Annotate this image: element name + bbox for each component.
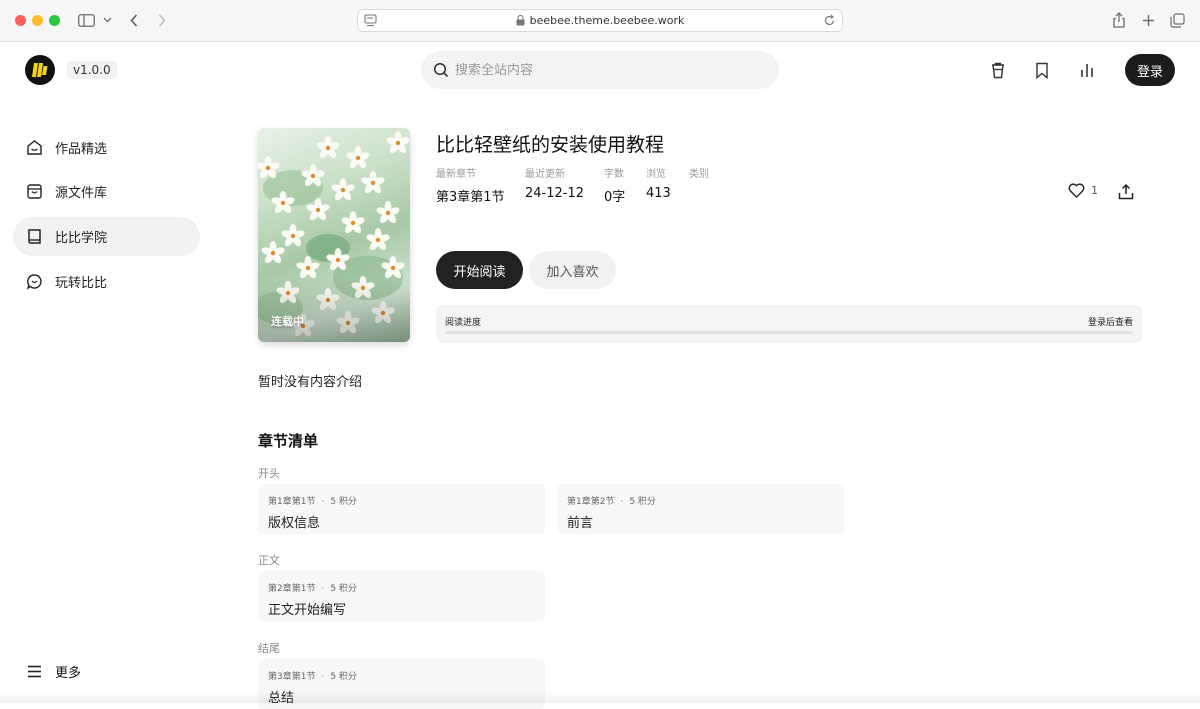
heart-icon (1068, 183, 1085, 198)
serial-status-label: 连载中 (271, 313, 304, 329)
version-badge: v1.0.0 (67, 61, 117, 79)
shopping-bag-icon (26, 183, 43, 200)
chapter-card[interactable]: 第2章第1节·5 积分 正文开始编写 (258, 571, 545, 621)
meta-key: 浏览 (646, 165, 671, 180)
like-count: 1 (1091, 184, 1098, 197)
cover-flowers-image (258, 128, 410, 342)
chevron-down-icon[interactable] (101, 10, 113, 30)
site-logo[interactable] (25, 55, 55, 85)
tab-overview-icon[interactable] (1168, 10, 1186, 30)
chat-icon (26, 273, 43, 290)
chapter-card[interactable]: 第1章第2节·5 积分 前言 (557, 484, 844, 534)
home-icon (26, 139, 43, 156)
start-reading-button[interactable]: 开始阅读 (436, 251, 523, 289)
cup-icon[interactable] (988, 60, 1008, 80)
sidebar-item-label: 源文件库 (55, 182, 107, 201)
window-bottom-shadow (0, 691, 1200, 703)
chapter-number: 第2章第1节 (268, 584, 315, 594)
meta-word-count: 字数 0字 (604, 165, 625, 205)
chapter-name: 正文开始编写 (268, 599, 545, 618)
book-intro: 暂时没有内容介绍 (258, 371, 362, 390)
bookmark-icon[interactable] (1032, 60, 1052, 80)
chapter-points: 5 积分 (330, 672, 357, 682)
sidebar-item-label: 玩转比比 (55, 272, 107, 291)
book-icon (26, 228, 43, 245)
close-window-button[interactable] (15, 15, 26, 26)
chapter-number: 第1章第2节 (567, 497, 614, 507)
chapter-group-label: 开头 (258, 465, 280, 481)
address-bar[interactable]: beebee.theme.beebee.work (357, 9, 843, 32)
reading-progress-panel: 阅读进度 登录后查看 (436, 305, 1142, 343)
chapter-points: 5 积分 (629, 497, 656, 507)
meta-category: 类别 (689, 165, 709, 186)
chapter-number: 第1章第1节 (268, 497, 315, 507)
reload-icon[interactable] (823, 14, 836, 30)
minimize-window-button[interactable] (32, 15, 43, 26)
chapter-group-label: 结尾 (258, 640, 280, 656)
back-icon[interactable] (127, 10, 141, 30)
chapter-name: 版权信息 (268, 512, 545, 531)
chapters-title: 章节清单 (258, 430, 318, 451)
progress-bar (445, 331, 1133, 334)
meta-value[interactable]: 第3章第1节 (436, 186, 505, 205)
search-icon (433, 62, 449, 78)
share-icon[interactable] (1117, 183, 1135, 201)
browser-toolbar: beebee.theme.beebee.work (0, 0, 1200, 42)
meta-value: 413 (646, 186, 671, 201)
meta-key: 类别 (689, 165, 709, 180)
reader-icon[interactable] (364, 14, 377, 30)
sidebar-item-source-library[interactable]: 源文件库 (13, 172, 200, 211)
meta-value: 24-12-12 (525, 186, 584, 201)
chapter-points: 5 积分 (330, 584, 357, 594)
sidebar-item-label: 比比学院 (55, 227, 107, 246)
url-text: beebee.theme.beebee.work (530, 14, 685, 27)
login-button[interactable]: 登录 (1125, 54, 1175, 86)
sidebar-item-play[interactable]: 玩转比比 (13, 262, 200, 301)
meta-views: 浏览 413 (646, 165, 671, 201)
meta-last-updated: 最近更新 24-12-12 (525, 165, 584, 201)
forward-icon[interactable] (155, 10, 169, 30)
share-browser-icon[interactable] (1110, 10, 1128, 30)
meta-key: 最近更新 (525, 165, 584, 180)
sidebar-item-label: 作品精选 (55, 138, 107, 157)
sidebar-toggle-icon[interactable] (76, 10, 96, 30)
lock-icon (516, 15, 525, 26)
sidebar-item-featured[interactable]: 作品精选 (13, 128, 200, 167)
more-menu-button[interactable]: 更多 (26, 662, 81, 681)
sidebar-item-academy[interactable]: 比比学院 (13, 217, 200, 256)
book-cover[interactable]: 连载中 (258, 128, 410, 342)
like-button[interactable]: 1 (1068, 183, 1098, 198)
chart-icon[interactable] (1077, 60, 1097, 80)
meta-value: 0字 (604, 186, 625, 205)
progress-label: 阅读进度 (445, 315, 481, 328)
add-favorite-button[interactable]: 加入喜欢 (529, 251, 616, 289)
chapter-card[interactable]: 第1章第1节·5 积分 版权信息 (258, 484, 545, 534)
meta-latest-chapter: 最新章节 第3章第1节 (436, 165, 505, 205)
page-title: 比比轻壁纸的安装使用教程 (436, 130, 664, 157)
chapter-number: 第3章第1节 (268, 672, 315, 682)
new-tab-icon[interactable] (1139, 10, 1157, 30)
login-to-view-link[interactable]: 登录后查看 (1088, 315, 1133, 328)
meta-key: 最新章节 (436, 165, 505, 180)
search-input[interactable] (455, 63, 755, 78)
menu-icon (26, 663, 43, 680)
search-bar[interactable] (421, 51, 779, 89)
chapter-points: 5 积分 (330, 497, 357, 507)
more-label: 更多 (55, 662, 81, 681)
meta-key: 字数 (604, 165, 625, 180)
zoom-window-button[interactable] (49, 15, 60, 26)
chapter-name: 前言 (567, 512, 844, 531)
chapter-group-label: 正文 (258, 552, 280, 568)
